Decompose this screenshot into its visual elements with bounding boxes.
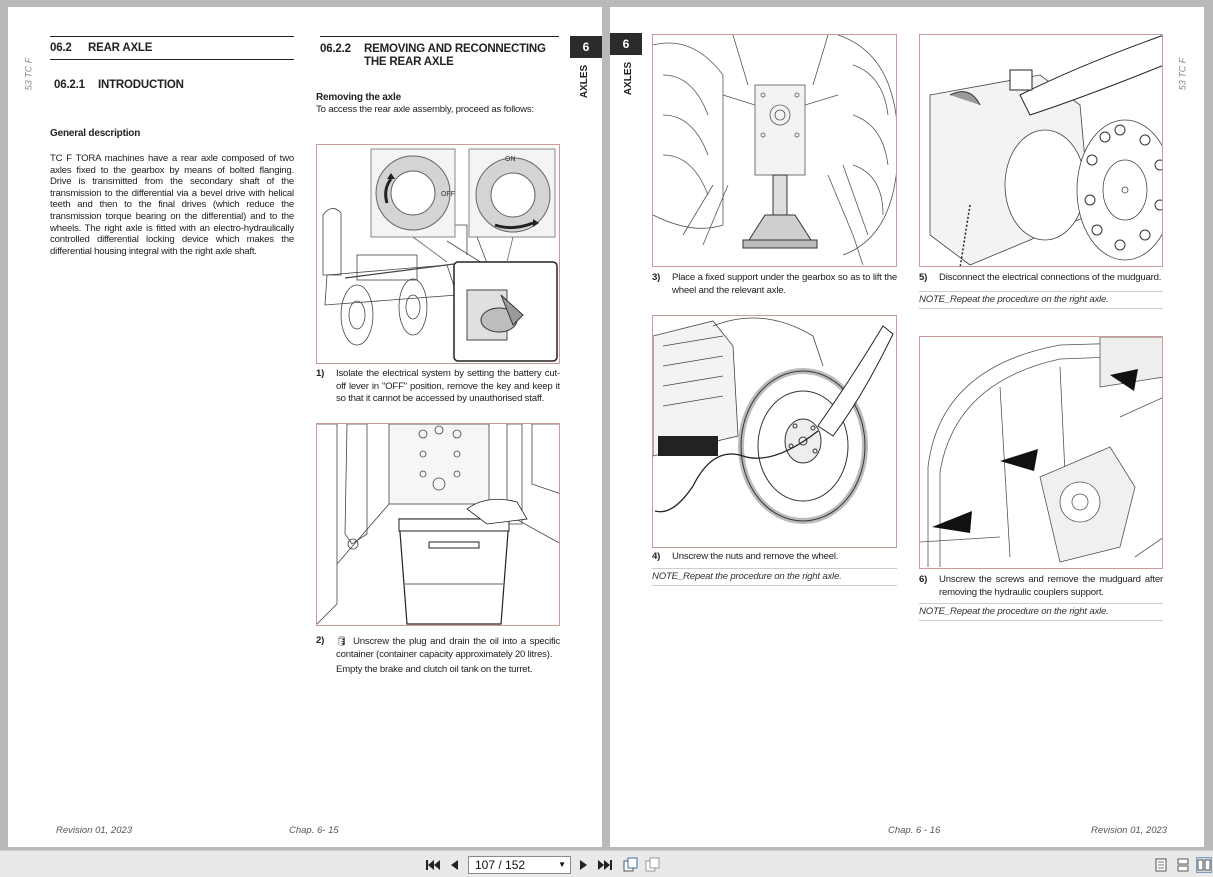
step-4-number: 4): [652, 551, 661, 562]
arrow-marker: [1000, 449, 1038, 471]
section-title: REAR AXLE: [88, 42, 153, 54]
step-1-number: 1): [316, 368, 325, 379]
next-page-icon[interactable]: [576, 857, 592, 873]
step-3-text: Place a fixed support under the gearbox …: [672, 272, 897, 296]
step-6: 6) Unscrew the screws and remove the mud…: [919, 574, 1163, 599]
subsection-number: 06.2.1: [54, 79, 85, 91]
procedure-number: 06.2.2: [320, 43, 351, 55]
oil-container: [398, 518, 510, 625]
section-bottom-rule: [50, 59, 294, 60]
hand-on-connector: [1019, 35, 1162, 116]
step-3: 3) Place a fixed support under the gearb…: [652, 272, 897, 297]
prev-page-icon[interactable]: [446, 857, 462, 873]
figure-mudguard-screws: [919, 336, 1163, 569]
document-viewer[interactable]: 53 TC F 06.2 REAR AXLE 06.2.1 INTRODUCTION…: [0, 0, 1213, 850]
figure-remove-wheel: [652, 315, 897, 548]
footer-revision: Revision 01, 2023: [1091, 825, 1168, 836]
note-6: NOTE_Repeat the procedure on the right a…: [919, 606, 1163, 621]
procedure-heading: 06.2.2 REMOVING AND RECONNECTING THE REA…: [320, 43, 560, 69]
step-4: 4) Unscrew the nuts and remove the wheel…: [652, 551, 897, 564]
single-page-view-icon[interactable]: [1153, 857, 1169, 873]
facing-pages-view-icon[interactable]: [1196, 857, 1212, 873]
continuous-view-icon[interactable]: [1175, 857, 1191, 873]
footer-revision: Revision 01, 2023: [56, 825, 133, 836]
note-4: NOTE_Repeat the procedure on the right a…: [652, 571, 897, 586]
footer-page-number: Chap. 6 - 16: [888, 825, 941, 836]
note-6-top-rule: [919, 603, 1163, 604]
procedure-title: REMOVING AND RECONNECTING THE REAR AXLE: [364, 43, 546, 68]
page-16: 6 AXLES 53 TC F 3) Place a fixed support…: [610, 7, 1204, 847]
support-stand: [742, 174, 818, 249]
off-label: OFF: [441, 191, 455, 198]
electrical-connector: [1009, 69, 1033, 91]
section-number: 06.2: [50, 42, 72, 54]
step-5: 5) Disconnect the electrical connections…: [919, 272, 1163, 285]
note-5-top-rule: [919, 291, 1163, 292]
subsection-heading: 06.2.1 INTRODUCTION: [54, 79, 184, 91]
removing-axle-intro: To access the rear axle assembly, procee…: [316, 104, 534, 115]
general-description-title: General description: [50, 128, 141, 139]
arrow-marker: [932, 511, 972, 533]
step-2-text: Unscrew the plug and drain the oil into …: [336, 636, 560, 660]
procedure-top-rule: [320, 36, 559, 37]
figure-battery-cutoff: OFF ON: [316, 144, 560, 364]
rotate-page-icon[interactable]: [622, 857, 638, 873]
step-2-number: 2): [316, 635, 325, 646]
page-15: 53 TC F 06.2 REAR AXLE 06.2.1 INTRODUCTION…: [8, 7, 602, 847]
step-1-text: Isolate the electrical system by setting…: [336, 368, 560, 405]
on-label: ON: [505, 156, 516, 163]
removing-axle-title: Removing the axle: [316, 92, 401, 103]
copy-page-icon[interactable]: [644, 857, 660, 873]
chevron-down-icon: ▼: [558, 860, 566, 869]
figure-fixed-support: [652, 34, 897, 267]
chapter-label: AXLES: [579, 64, 591, 99]
chapter-tab: 6: [570, 36, 602, 58]
page-number-select[interactable]: 107 / 152 ▼: [468, 856, 571, 874]
step-3-number: 3): [652, 272, 661, 283]
cutoff-on-inset: ON: [468, 148, 556, 238]
step-5-number: 5): [919, 272, 928, 283]
section-top-rule: [50, 36, 294, 37]
first-page-icon[interactable]: [425, 857, 441, 873]
page-indicator: 107 / 152: [475, 858, 526, 872]
step-6-number: 6): [919, 574, 928, 585]
step-4-text: Unscrew the nuts and remove the wheel.: [672, 551, 839, 562]
note-5: NOTE_Repeat the procedure on the right a…: [919, 294, 1163, 309]
chapter-label: AXLES: [623, 61, 635, 96]
step-2: 2) 🛢 Unscrew the plug and drain the oil i…: [316, 635, 560, 677]
footer-page-number: Chap. 6- 15: [289, 825, 339, 836]
step-5-text: Disconnect the electrical connections of…: [939, 272, 1162, 283]
figure-oil-drain: [316, 423, 560, 626]
general-description-text: TC F TORA machines have a rear axle comp…: [50, 153, 294, 257]
viewer-toolbar: 107 / 152 ▼: [0, 850, 1213, 877]
section-heading: 06.2 REAR AXLE: [50, 42, 152, 54]
figure-mudguard-connections: [919, 34, 1163, 267]
step-2-text-2: Empty the brake and clutch oil tank on t…: [336, 664, 533, 676]
chapter-tab: 6: [610, 33, 642, 55]
side-model-label: 53 TC F: [1177, 57, 1188, 91]
oil-drain-icon: 🛢: [336, 636, 348, 646]
cutoff-off-inset: OFF: [370, 148, 456, 238]
last-page-icon[interactable]: [597, 857, 613, 873]
subsection-title: INTRODUCTION: [98, 79, 184, 91]
note-4-top-rule: [652, 568, 897, 569]
step-6-text: Unscrew the screws and remove the mudgua…: [939, 574, 1163, 598]
step-1: 1) Isolate the electrical system by sett…: [316, 368, 560, 406]
cutoff-switch-detail: [453, 261, 558, 362]
side-model-label: 53 TC F: [23, 57, 34, 91]
